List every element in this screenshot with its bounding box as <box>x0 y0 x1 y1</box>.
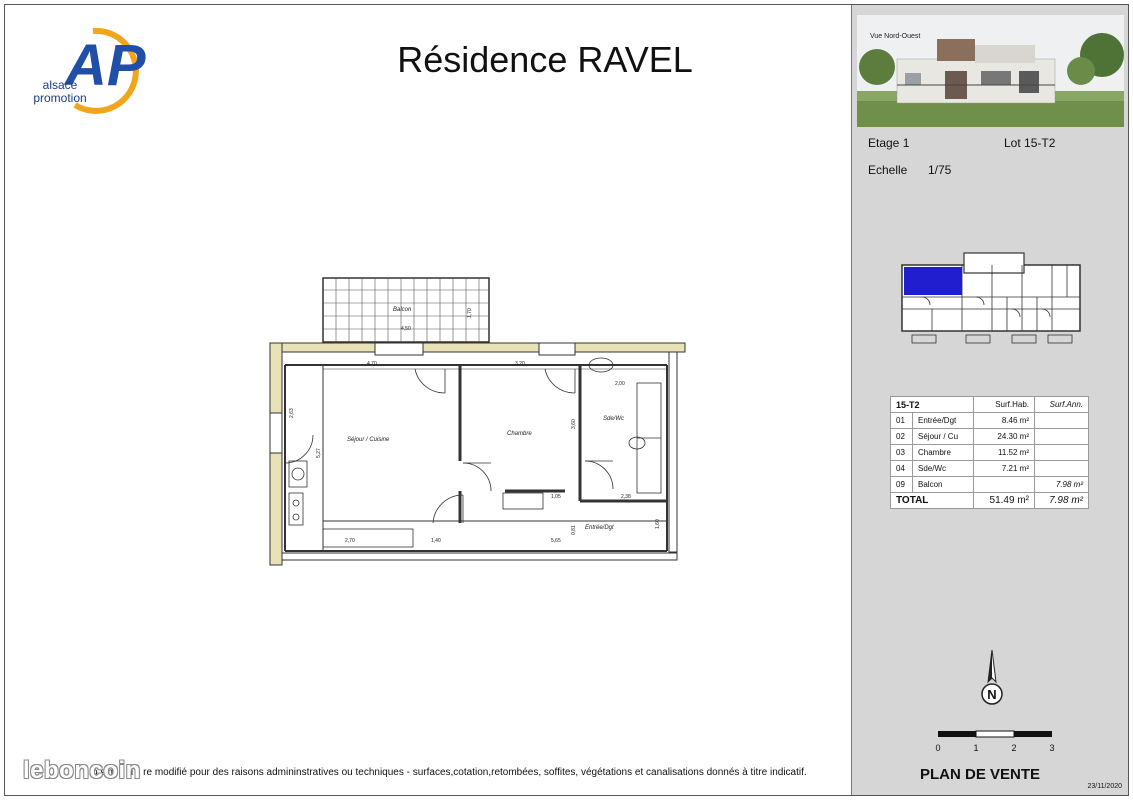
company-logo: AP alsace promotion <box>23 23 153 115</box>
row-hab: 24.30 m² <box>973 428 1035 445</box>
graphic-scale: 0 1 2 3 <box>935 730 1055 753</box>
apartment-floor-plan: Balcon Séjour / Cuisine Chambre Sde/Wc E… <box>269 277 686 566</box>
row-hab: 7.21 m² <box>973 460 1035 477</box>
scale-label: Echelle <box>868 163 908 177</box>
dim-hall-a: 1,40 <box>431 538 441 544</box>
scale-value: 1/75 <box>928 163 952 177</box>
dim-overall: 5,65 <box>551 538 561 544</box>
lot-label: Lot 15-T2 <box>1004 136 1056 150</box>
dim-balcon-depth: 1,70 <box>467 308 473 318</box>
row-ann <box>1034 412 1089 429</box>
dim-entree-height: 1,60 <box>655 519 661 529</box>
walls <box>269 342 686 566</box>
page-title: Résidence RAVEL <box>397 39 693 80</box>
logo-wordmark: alsace promotion <box>27 79 93 105</box>
row-code: 09 <box>890 476 913 493</box>
photo-caption: Vue Nord-Ouest <box>870 33 921 40</box>
table-total-row: TOTAL 51.49 m² 7.98 m² <box>889 492 1089 509</box>
row-label: Sde/Wc <box>911 460 975 477</box>
row-ann <box>1034 428 1089 445</box>
total-ann: 7.98 m² <box>1034 492 1089 509</box>
row-ann <box>1034 460 1089 477</box>
dim-kitchen: 2,70 <box>345 538 355 544</box>
row-code: 02 <box>890 428 913 445</box>
dim-sdewc-width: 2,00 <box>615 381 625 387</box>
total-label: TOTAL <box>889 492 975 509</box>
building-render <box>857 15 1124 127</box>
scale-tick: 2 <box>1011 743 1016 753</box>
scale-tick: 3 <box>1049 743 1054 753</box>
table-lot-code: 15-T2 <box>889 396 975 413</box>
watermark: leboncoin <box>23 757 141 784</box>
row-ann: 7.98 m² <box>1034 476 1089 493</box>
room-sejour: Séjour / Cuisine <box>347 437 390 443</box>
row-code: 03 <box>890 444 913 461</box>
dim-sdewc-right: 2,38 <box>621 494 631 500</box>
highlighted-lot <box>904 267 962 295</box>
room-entree: Entrée/Dgt <box>585 525 614 531</box>
floor-label: Etage 1 <box>868 136 910 150</box>
north-arrow-icon: N <box>981 649 1003 705</box>
surface-table: 15-T2 Surf.Hab. Surf.Ann. 01 Entrée/Dgt … <box>889 396 1089 509</box>
building-render-image: Vue Nord-Ouest <box>857 15 1124 127</box>
table-row: 01 Entrée/Dgt 8.46 m² <box>890 412 1089 429</box>
logo-word-2: promotion <box>33 91 87 105</box>
row-hab <box>973 476 1035 493</box>
table-row: 02 Séjour / Cu 24.30 m² <box>890 428 1089 445</box>
dim-closet: 1,05 <box>551 494 561 500</box>
doors <box>284 368 614 524</box>
info-sidebar: Vue Nord-Ouest Etage 1 Lot 15-T2 Echelle… <box>851 5 1128 795</box>
north-letter: N <box>987 687 996 702</box>
row-code: 01 <box>890 412 913 429</box>
row-label: Balcon <box>911 476 975 493</box>
surface-table-header: 15-T2 Surf.Hab. Surf.Ann. <box>889 396 1089 413</box>
row-label: Séjour / Cu <box>911 428 975 445</box>
dim-hall-b: 0,81 <box>571 525 577 535</box>
total-hab: 51.49 m² <box>973 492 1035 509</box>
table-ann-header: Surf.Ann. <box>1034 396 1089 413</box>
floor-key-plan <box>901 252 1081 344</box>
dim-chambre-height: 3,60 <box>571 419 577 429</box>
plan-type-label: PLAN DE VENTE <box>920 766 1041 783</box>
fixtures <box>288 357 662 548</box>
row-label: Entrée/Dgt <box>911 412 975 429</box>
room-balcon: Balcon <box>393 307 412 313</box>
scale-tick: 0 <box>935 743 940 753</box>
disclaimer-note: ι o ε m ε ι ι ε re modifié pour des rais… <box>87 767 807 778</box>
table-hab-header: Surf.Hab. <box>973 396 1035 413</box>
document-date: 23/11/2020 <box>1087 783 1122 790</box>
sale-plan-sheet: AP alsace promotion Résidence RAVEL Balc… <box>4 4 1129 796</box>
main-area: AP alsace promotion Résidence RAVEL Balc… <box>5 5 851 795</box>
table-row: 09 Balcon 7.98 m² <box>890 476 1089 493</box>
row-hab: 8.46 m² <box>973 412 1035 429</box>
room-sdewc: Sde/Wc <box>603 416 624 422</box>
dim-sejour-left-a: 2,63 <box>289 408 295 418</box>
table-row: 04 Sde/Wc 7.21 m² <box>890 460 1089 477</box>
dim-balcon-width: 4,50 <box>401 326 411 332</box>
room-chambre: Chambre <box>507 431 532 437</box>
row-hab: 11.52 m² <box>973 444 1035 461</box>
scale-tick: 1 <box>973 743 978 753</box>
dim-chambre-width: 3,20 <box>515 361 525 367</box>
dim-sejour-left-b: 5,27 <box>316 448 322 458</box>
table-row: 03 Chambre 11.52 m² <box>890 444 1089 461</box>
row-code: 04 <box>890 460 913 477</box>
dim-sejour-width: 4,70 <box>367 361 377 367</box>
row-ann <box>1034 444 1089 461</box>
row-label: Chambre <box>911 444 975 461</box>
